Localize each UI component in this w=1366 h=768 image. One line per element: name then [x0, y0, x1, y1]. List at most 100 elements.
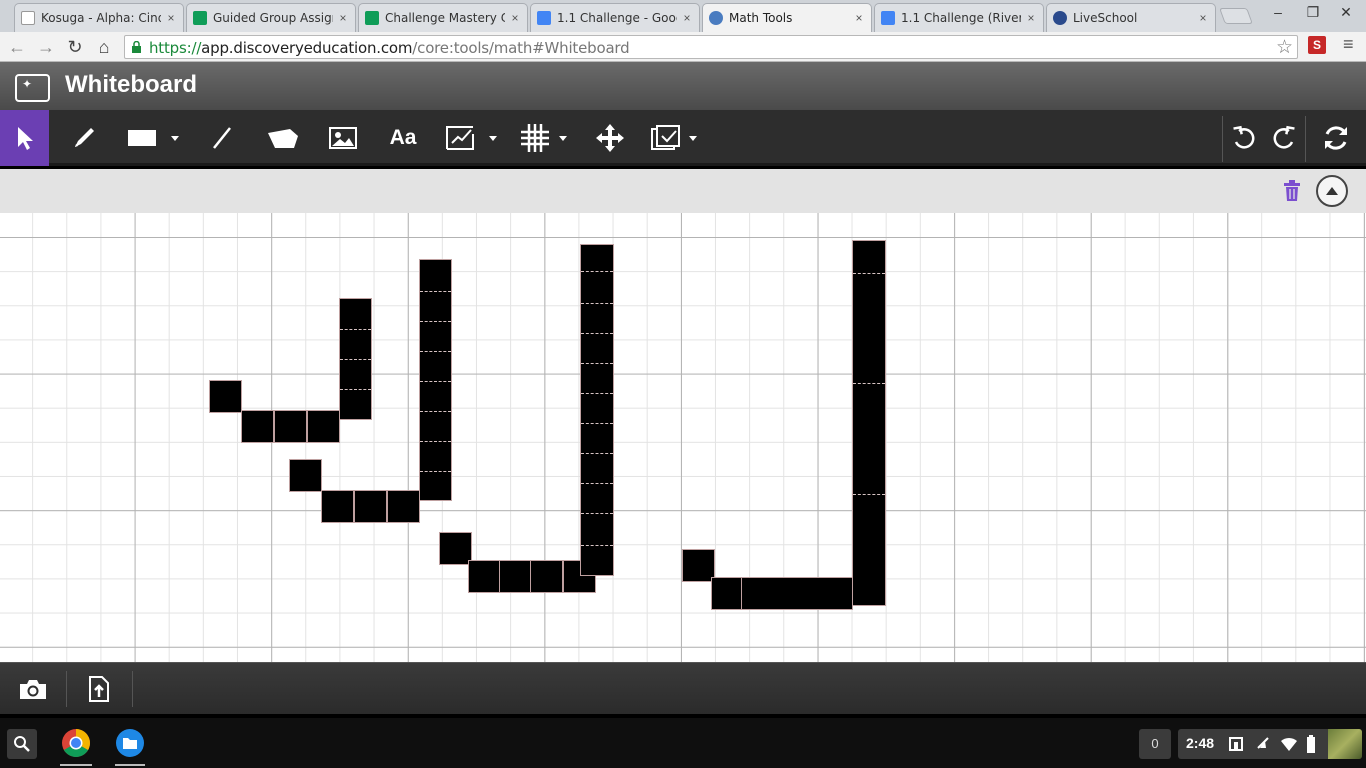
camera-icon[interactable]: [18, 677, 48, 701]
collapse-toolbar-button[interactable]: [1316, 175, 1348, 207]
bar-tile[interactable]: [852, 240, 886, 606]
square-tile[interactable]: [387, 490, 420, 523]
whiteboard-canvas[interactable]: [0, 213, 1366, 662]
square-tile[interactable]: [241, 410, 274, 443]
browser-tab[interactable]: Kosuga - Alpha: Cind ×: [14, 3, 184, 32]
tab-favicon-icon: [21, 11, 35, 25]
browser-tab[interactable]: 1.1 Challenge (Rivera ×: [874, 3, 1044, 32]
system-status-area[interactable]: 2:48: [1178, 729, 1362, 759]
graph-menu-caret-icon[interactable]: [489, 136, 497, 141]
reset-button[interactable]: [1314, 110, 1358, 166]
square-tile[interactable]: [274, 410, 307, 443]
tile-seam: [581, 303, 613, 304]
close-window-icon[interactable]: ✕: [1336, 4, 1356, 21]
square-tile[interactable]: [499, 560, 532, 593]
browser-tab[interactable]: Guided Group Assigr ×: [186, 3, 356, 32]
square-tile[interactable]: [307, 410, 340, 443]
restore-icon[interactable]: ❐: [1303, 4, 1323, 21]
square-tile[interactable]: [209, 380, 242, 413]
tab-title: LiveSchool: [1073, 11, 1138, 25]
redo-icon: [1273, 125, 1295, 149]
grid-menu-caret-icon[interactable]: [559, 136, 567, 141]
upload-icon[interactable]: [88, 675, 110, 703]
square-tile[interactable]: [530, 560, 563, 593]
bar-tile[interactable]: [741, 577, 853, 610]
files-icon[interactable]: [115, 727, 145, 759]
home-icon[interactable]: ⌂: [93, 36, 115, 58]
browser-tab-strip: Kosuga - Alpha: Cind × Guided Group Assi…: [0, 0, 1366, 32]
tab-favicon-icon: [537, 11, 551, 25]
chrome-icon[interactable]: [60, 727, 92, 759]
tab-title: Kosuga - Alpha: Cind: [41, 11, 161, 25]
reload-icon[interactable]: ↻: [64, 36, 86, 58]
tab-close-icon[interactable]: ×: [681, 11, 693, 25]
new-tab-button[interactable]: [1219, 8, 1253, 24]
square-tile[interactable]: [354, 490, 387, 523]
grid-tool[interactable]: [514, 110, 556, 166]
refresh-icon: [1325, 126, 1347, 150]
battery-icon: [1307, 735, 1315, 753]
minimize-icon[interactable]: –: [1268, 4, 1288, 20]
square-tile[interactable]: [321, 490, 354, 523]
polygon-tool[interactable]: [261, 110, 305, 166]
text-tool[interactable]: Aa: [381, 110, 425, 166]
graph-tool[interactable]: [440, 110, 480, 166]
select-tool[interactable]: [0, 110, 49, 166]
paste-menu-caret-icon[interactable]: [689, 136, 697, 141]
tab-close-icon[interactable]: ×: [853, 11, 865, 25]
line-tool[interactable]: [200, 110, 244, 166]
lock-icon: [132, 41, 141, 53]
tile-seam: [420, 411, 451, 412]
arrow-pointer-icon: [17, 127, 33, 150]
image-tool[interactable]: [321, 110, 365, 166]
square-tile[interactable]: [289, 459, 322, 492]
tab-favicon-icon: [709, 11, 723, 25]
redo-button[interactable]: [1266, 110, 1302, 166]
address-bar[interactable]: https://app.discoveryeducation.com/core:…: [124, 35, 1298, 59]
undo-button[interactable]: [1226, 110, 1262, 166]
clock-time: 2:48: [1186, 735, 1215, 751]
browser-tab-active[interactable]: Math Tools ×: [702, 3, 872, 32]
grid-icon: [521, 124, 549, 152]
tab-close-icon[interactable]: ×: [165, 11, 177, 25]
url-scheme: https://: [149, 39, 202, 57]
bar-tile[interactable]: [419, 259, 452, 501]
tab-close-icon[interactable]: ×: [337, 11, 349, 25]
network-icon: [1229, 737, 1243, 751]
extension-icon[interactable]: S: [1308, 36, 1326, 54]
pan-tool[interactable]: [588, 110, 632, 166]
tile-seam: [853, 273, 885, 274]
tab-close-icon[interactable]: ×: [1197, 11, 1209, 25]
trash-icon[interactable]: [1282, 180, 1302, 202]
tab-close-icon[interactable]: ×: [509, 11, 521, 25]
browser-tab[interactable]: 1.1 Challenge - Goog ×: [530, 3, 700, 32]
square-tile[interactable]: [711, 577, 744, 610]
bar-tile[interactable]: [580, 244, 614, 576]
shape-menu-caret-icon[interactable]: [171, 136, 179, 141]
browser-tab[interactable]: LiveSchool ×: [1046, 3, 1216, 32]
notification-count-badge[interactable]: 0: [1139, 729, 1171, 759]
shape-tool[interactable]: [120, 110, 164, 166]
browser-tab[interactable]: Challenge Mastery C ×: [358, 3, 528, 32]
whiteboard-app-icon: [15, 74, 50, 102]
paste-tool[interactable]: [646, 110, 686, 166]
tile-seam: [581, 393, 613, 394]
browser-menu-icon[interactable]: ≡: [1343, 34, 1354, 55]
page-title: Whiteboard: [65, 71, 197, 98]
tab-close-icon[interactable]: ×: [1025, 11, 1037, 25]
pen-tool[interactable]: [62, 110, 106, 166]
tile-seam: [581, 545, 613, 546]
polygon-icon: [268, 129, 298, 148]
tile-seam: [853, 383, 885, 384]
launcher-search-button[interactable]: [7, 729, 37, 759]
active-app-indicator: [115, 764, 145, 766]
tab-title: Challenge Mastery C: [385, 11, 505, 25]
notifications-muted-icon: [1257, 737, 1269, 749]
bookmark-star-icon[interactable]: ☆: [1276, 36, 1293, 59]
back-icon[interactable]: ←: [6, 36, 28, 58]
search-icon: [14, 736, 30, 752]
square-tile[interactable]: [468, 560, 501, 593]
forward-icon[interactable]: →: [35, 36, 57, 58]
toolbar-divider: [1222, 116, 1223, 162]
tile-seam: [420, 381, 451, 382]
